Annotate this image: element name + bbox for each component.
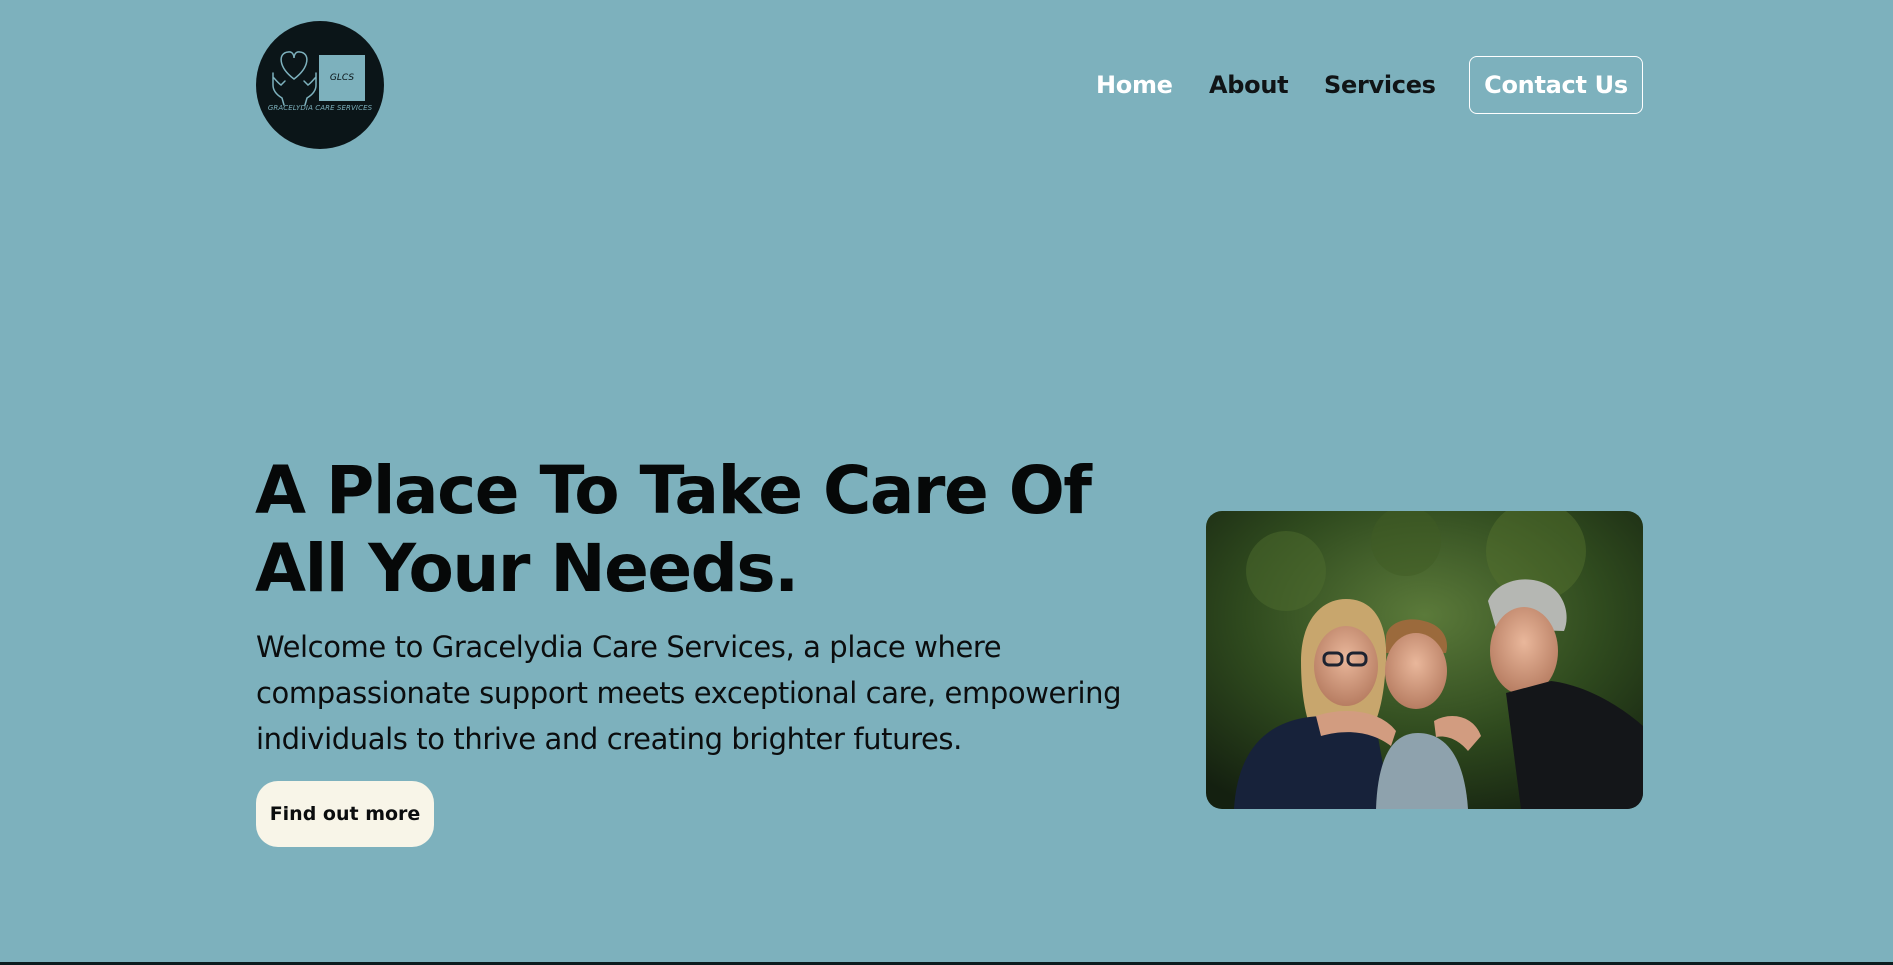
nav-item-services-wrap: Services <box>1324 56 1436 114</box>
hero-description: Welcome to Gracelydia Care Services, a p… <box>256 630 1122 756</box>
nav-item-about-wrap: About <box>1209 56 1289 114</box>
hero-title: A Place To Take Care Of All Your Needs. <box>255 452 1092 607</box>
find-out-more-button[interactable]: Find out more <box>256 781 434 847</box>
hero-family-photo <box>1206 511 1643 809</box>
nav-link-services[interactable]: Services <box>1324 71 1436 99</box>
logo-tagline: GRACELYDIA CARE SERVICES <box>267 104 373 112</box>
contact-us-button[interactable]: Contact Us <box>1469 56 1643 114</box>
nav-link-about[interactable]: About <box>1209 71 1289 99</box>
nav-link-home[interactable]: Home <box>1096 71 1173 99</box>
logo-monogram: GLCS <box>319 55 365 101</box>
nav-item-home-wrap: Home <box>1096 56 1173 114</box>
landing-page: GLCS GRACELYDIA CARE SERVICES Home About… <box>0 0 1893 965</box>
brand-logo[interactable]: GLCS GRACELYDIA CARE SERVICES <box>256 21 384 149</box>
